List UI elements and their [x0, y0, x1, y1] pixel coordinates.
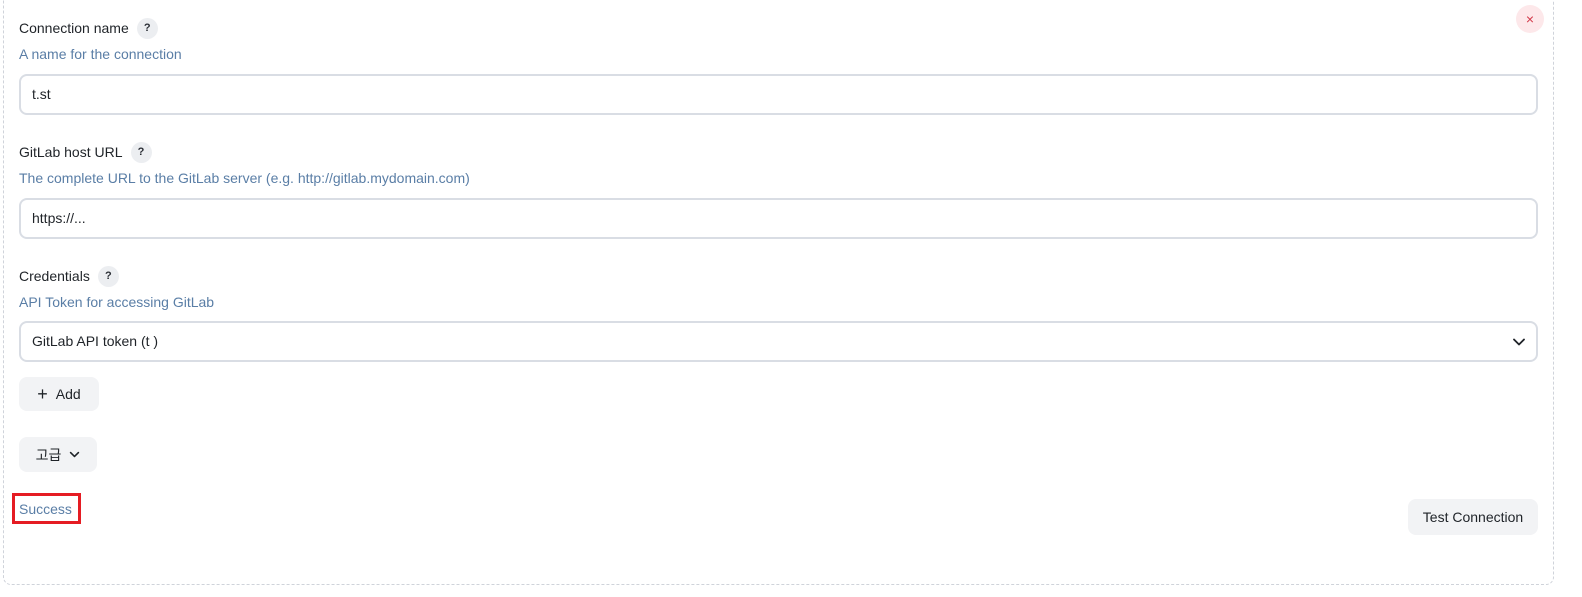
- gitlab-host-url-label: GitLab host URL: [19, 144, 123, 160]
- chevron-down-icon: [69, 449, 80, 460]
- connection-name-input[interactable]: t.st: [19, 74, 1538, 115]
- credentials-label-row: Credentials ?: [19, 265, 119, 287]
- connection-name-label-row: Connection name ?: [19, 17, 158, 39]
- add-credentials-button[interactable]: + Add: [19, 377, 99, 411]
- chevron-down-icon: [1512, 323, 1526, 360]
- connection-name-label: Connection name: [19, 20, 129, 36]
- credentials-select[interactable]: GitLab API token (t ): [19, 321, 1538, 362]
- test-connection-label: Test Connection: [1422, 509, 1524, 525]
- test-connection-button[interactable]: Test Connection: [1408, 499, 1538, 535]
- connection-status-text: Success: [19, 501, 72, 517]
- gitlab-host-url-label-row: GitLab host URL ?: [19, 141, 152, 163]
- advanced-toggle-button[interactable]: 고급: [19, 437, 97, 472]
- advanced-button-label: 고급: [35, 446, 62, 463]
- gitlab-host-url-help-button[interactable]: ?: [130, 141, 152, 163]
- credentials-description: API Token for accessing GitLab: [19, 294, 215, 310]
- close-icon: ×: [1525, 11, 1535, 27]
- credentials-selected-value: GitLab API token (t ): [32, 333, 159, 349]
- add-button-label: Add: [55, 386, 81, 402]
- credentials-help-button[interactable]: ?: [97, 265, 119, 287]
- credentials-label: Credentials: [19, 268, 90, 284]
- remove-connection-button[interactable]: ×: [1516, 5, 1544, 33]
- connection-name-description: A name for the connection: [19, 46, 182, 62]
- plus-icon: +: [37, 384, 48, 404]
- gitlab-host-url-description: The complete URL to the GitLab server (e…: [19, 170, 470, 186]
- gitlab-host-url-input[interactable]: https://...: [19, 198, 1538, 239]
- connection-name-help-button[interactable]: ?: [136, 17, 158, 39]
